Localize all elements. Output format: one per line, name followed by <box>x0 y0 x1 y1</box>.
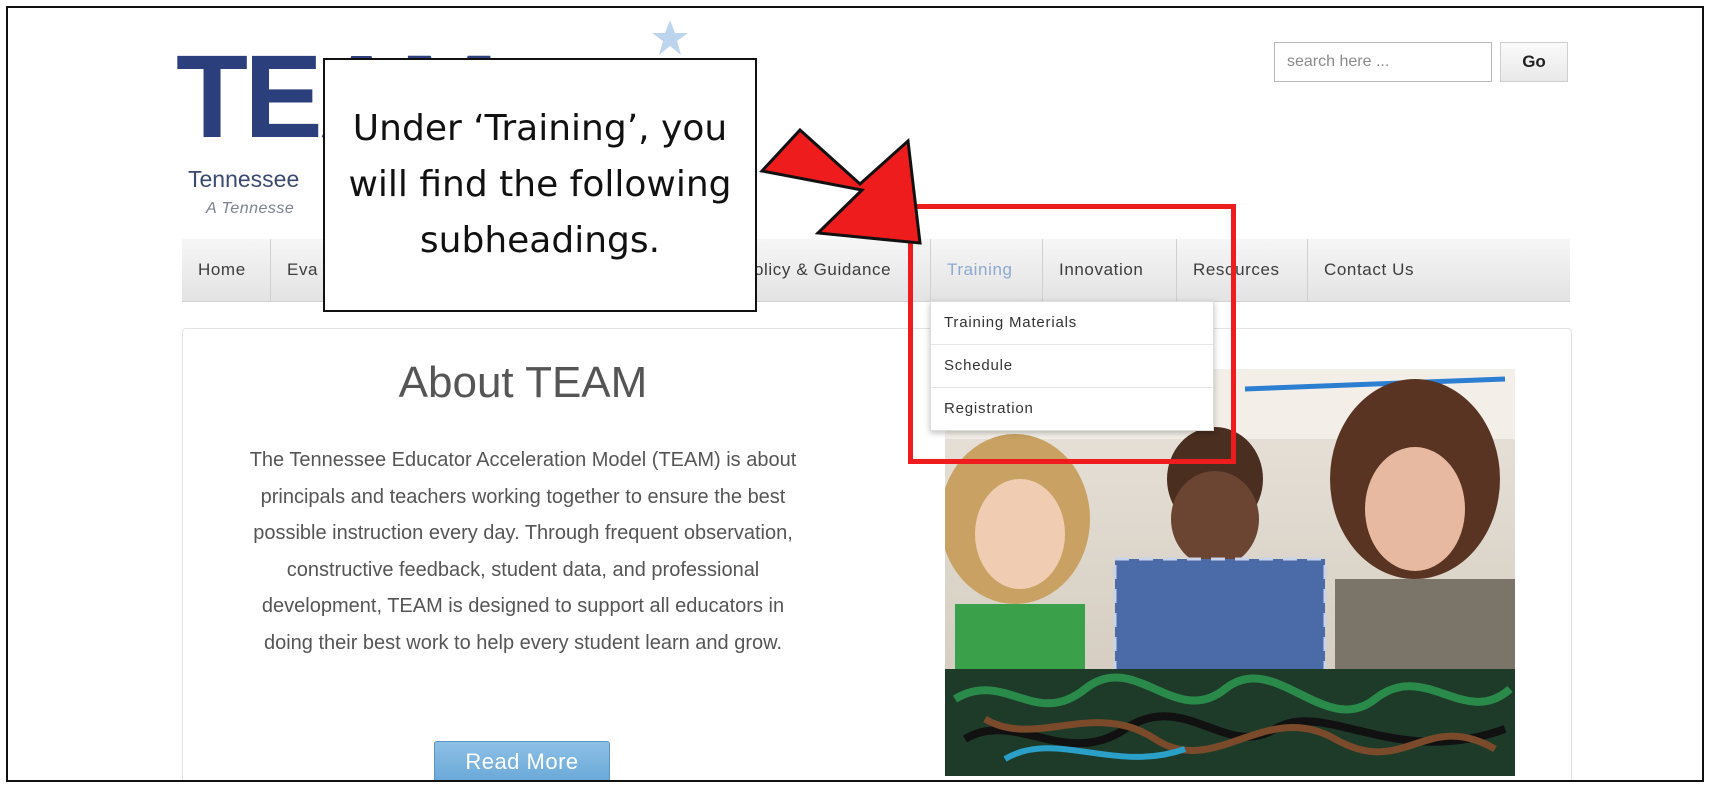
instruction-callout: Under ‘Training’, you will find the foll… <box>323 58 757 312</box>
slide-frame: TEAM Tennessee A Tennesse Go Home Eva ol… <box>6 6 1704 782</box>
about-body: The Tennessee Educator Acceleration Mode… <box>249 449 797 654</box>
callout-text: Under ‘Training’, you will find the foll… <box>348 108 732 261</box>
search-go-button[interactable]: Go <box>1500 42 1568 82</box>
search-input[interactable] <box>1274 42 1492 82</box>
about-title: About TEAM <box>398 358 648 407</box>
nav-item-contact-us[interactable]: Contact Us <box>1308 239 1430 301</box>
read-more-button[interactable]: Read More <box>434 741 610 780</box>
